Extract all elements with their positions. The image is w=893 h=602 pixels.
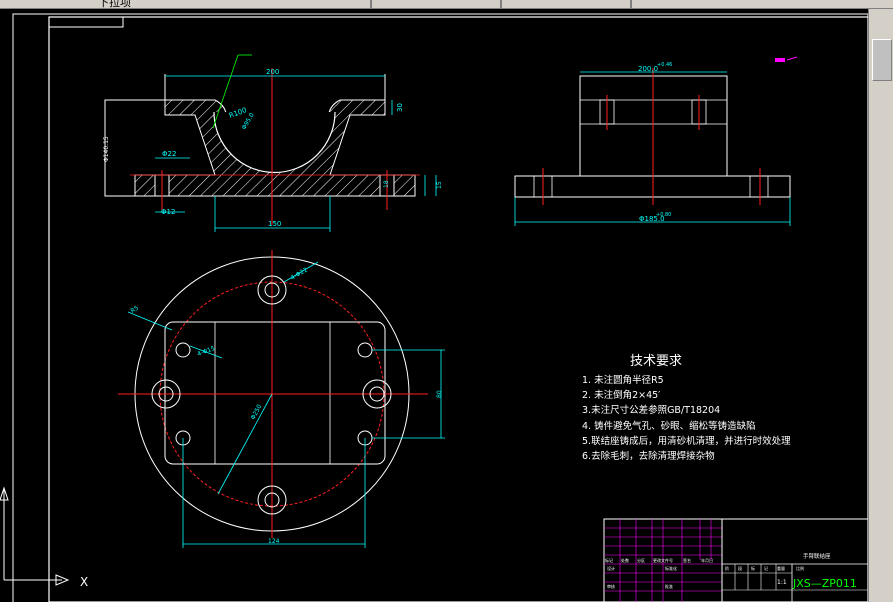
tech-req-item: 1. 未注圆角半径R5 bbox=[582, 375, 664, 386]
title-block-label: 标 bbox=[751, 565, 755, 571]
title-left-labels: 设计审核工艺 bbox=[607, 565, 615, 589]
title-row-labels: 标记 处数 分区 更改文件号 签名 年月日 bbox=[605, 557, 713, 563]
dim-hole-small: Φ12 bbox=[161, 208, 175, 216]
dim-side-top: 200.0 bbox=[638, 65, 658, 73]
tech-req-item: 5.联结座铸成后，用清砂机清理，并进行时效处理 bbox=[582, 435, 791, 447]
plan-rect-body bbox=[164, 321, 386, 465]
title-block-label: 分区 bbox=[637, 557, 645, 563]
tech-req-item: 2. 未注倒角2×45′ bbox=[582, 390, 661, 402]
side-base-hole bbox=[749, 175, 769, 198]
dim-base-h1: 18 bbox=[383, 180, 390, 188]
title-block-label: 比例 bbox=[796, 565, 804, 571]
part-name: 手臂联结座 bbox=[803, 552, 831, 560]
dim-plan-height: 80 bbox=[436, 390, 443, 398]
title-block-label: 段 bbox=[738, 565, 742, 571]
title-block-label: 年月日 bbox=[701, 557, 713, 563]
title-block-label: 设计 bbox=[607, 565, 615, 571]
title-block-label: 标记 bbox=[605, 557, 613, 563]
tech-req-item: 3.未注尺寸公差参照GB/T18204 bbox=[582, 405, 721, 417]
title-block-label: 重量 bbox=[777, 565, 785, 571]
drawing-canvas[interactable]: 200 R100 Φ95.0 30 Φ140.15 Φ22 Φ12 150 18… bbox=[0, 9, 868, 602]
title-block-label: 更改文件号 bbox=[653, 557, 673, 563]
title-block-label: 阶 bbox=[725, 565, 729, 571]
magenta-marker bbox=[775, 58, 785, 62]
tech-req-item: 6.去除毛刺，去除清理焊接杂物 bbox=[582, 451, 715, 463]
technical-requirements: 技术要求 1. 未注圆角半径R5 2. 未注倒角2×45′ 3.未注尺寸公差参照… bbox=[582, 350, 791, 464]
title-block-label: 批准 bbox=[665, 583, 673, 589]
leader-line bbox=[127, 311, 173, 331]
dim-base-h2: 15 bbox=[436, 181, 443, 189]
toolbar-separator bbox=[370, 0, 372, 8]
title-block-label: 签名 bbox=[683, 557, 691, 563]
tech-req-title: 技术要求 bbox=[630, 354, 683, 369]
dim-plan-holes-top: 4-Φ22 bbox=[290, 266, 310, 281]
dim-plan-holes-left: 4-Φ15 bbox=[196, 345, 216, 358]
side-view: 200.0 +0.46 Φ185.0 +0.80 bbox=[514, 56, 798, 226]
toolbar-separator bbox=[630, 0, 632, 8]
toolbar-dropdown[interactable]: 下拉项 bbox=[98, 0, 131, 8]
title-block-label: 审核 bbox=[607, 583, 615, 589]
corner-label-box bbox=[48, 16, 124, 28]
toolbar-separator bbox=[500, 0, 502, 8]
tech-req-item: 4. 铸件避免气孔、砂眼、缩松等铸造缺陷 bbox=[582, 420, 756, 432]
cad-toolbar: 下拉项 bbox=[0, 0, 893, 9]
plan-view: 4-Φ22 4-Φ15 R5 Φ250 80 124 bbox=[118, 250, 445, 548]
title-block-label: 记 bbox=[764, 565, 768, 571]
dim-plan-r: R5 bbox=[130, 305, 141, 315]
plan-small-hole bbox=[175, 342, 191, 358]
vertical-scrollbar[interactable] bbox=[868, 9, 893, 602]
drawing-number: JXS—ZP011 bbox=[792, 577, 857, 590]
dim-plan-diag: Φ250 bbox=[250, 403, 264, 421]
title-block-label: 处数 bbox=[621, 557, 629, 563]
dim-hole-dia: Φ22 bbox=[162, 150, 176, 158]
dim-diag bbox=[217, 393, 273, 495]
dim-base-width: 150 bbox=[268, 220, 281, 228]
title-mid-labels: 标准化批准 bbox=[665, 565, 677, 589]
scale-value: 1:1 bbox=[777, 579, 787, 586]
title-block: 手臂联结座 JXS—ZP011 1:1 标记 处数 分区 更改文件号 签名 年月日 设计审… bbox=[603, 518, 868, 602]
scrollbar-thumb[interactable] bbox=[872, 39, 892, 81]
title-block-label: 标准化 bbox=[665, 565, 677, 571]
dim-plan-width: 124 bbox=[268, 538, 280, 545]
dim-height-right: 30 bbox=[396, 103, 404, 112]
dim-top-width: 200 bbox=[266, 68, 279, 76]
dim-side-tol: +0.46 bbox=[657, 62, 672, 68]
ucs-x-label: X bbox=[80, 575, 88, 589]
drawing-border bbox=[12, 13, 868, 602]
dim-side-bottom-tol: +0.80 bbox=[656, 212, 671, 218]
dim-left-vertical: Φ140.15 bbox=[103, 136, 110, 162]
magenta-marker bbox=[786, 56, 798, 61]
front-section-view: 200 R100 Φ95.0 30 Φ140.15 Φ22 Φ12 150 18… bbox=[103, 54, 443, 232]
plan-small-hole bbox=[357, 342, 373, 358]
